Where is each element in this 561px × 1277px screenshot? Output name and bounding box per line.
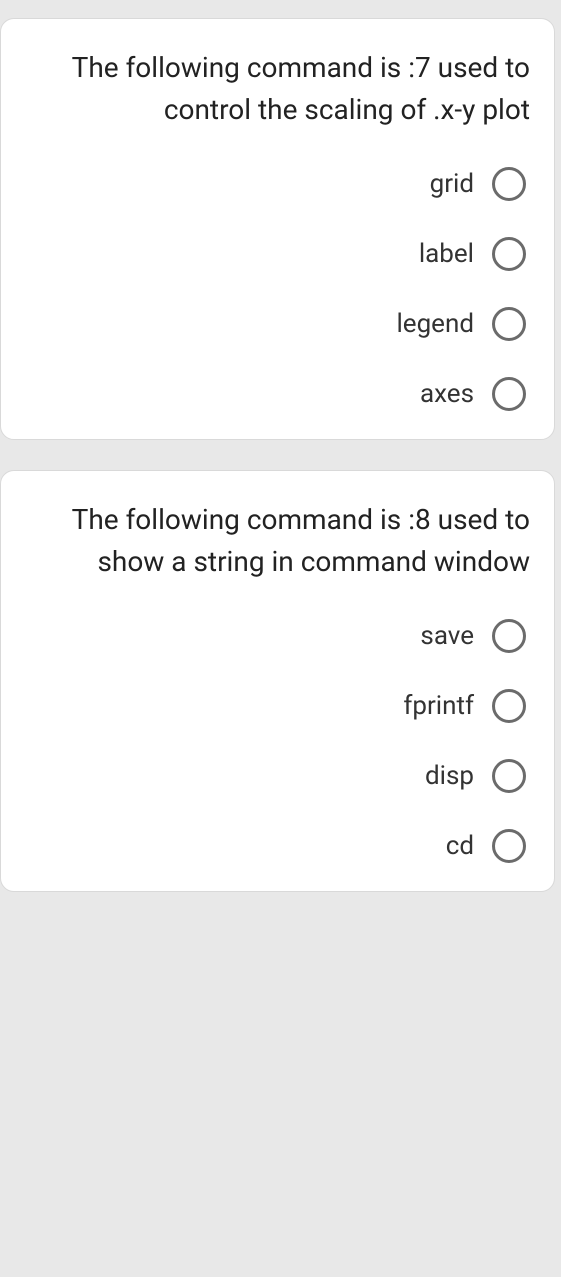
- radio-icon[interactable]: [492, 167, 526, 201]
- question-card-8: The following command is :8 used to show…: [0, 470, 555, 892]
- radio-icon[interactable]: [492, 829, 526, 863]
- option-label: fprintf: [403, 691, 474, 721]
- radio-icon[interactable]: [492, 307, 526, 341]
- option-label: save: [420, 621, 474, 651]
- option-label-choice[interactable]: label: [419, 237, 526, 271]
- options-list: grid label legend axes: [17, 167, 530, 411]
- option-label: label: [419, 239, 474, 269]
- option-cd[interactable]: cd: [446, 829, 526, 863]
- option-fprintf[interactable]: fprintf: [403, 689, 526, 723]
- option-label: grid: [430, 169, 474, 199]
- option-label: disp: [425, 761, 474, 791]
- option-label: axes: [420, 379, 474, 409]
- option-legend[interactable]: legend: [396, 307, 526, 341]
- option-label: cd: [446, 831, 474, 861]
- option-grid[interactable]: grid: [430, 167, 526, 201]
- radio-icon[interactable]: [492, 689, 526, 723]
- options-list: save fprintf disp cd: [17, 619, 530, 863]
- option-axes[interactable]: axes: [420, 377, 526, 411]
- radio-icon[interactable]: [492, 377, 526, 411]
- option-save[interactable]: save: [420, 619, 526, 653]
- question-text: The following command is :8 used to show…: [17, 499, 530, 583]
- option-disp[interactable]: disp: [425, 759, 526, 793]
- radio-icon[interactable]: [492, 237, 526, 271]
- option-label: legend: [396, 309, 474, 339]
- question-card-7: The following command is :7 used to cont…: [0, 18, 555, 440]
- radio-icon[interactable]: [492, 619, 526, 653]
- radio-icon[interactable]: [492, 759, 526, 793]
- question-text: The following command is :7 used to cont…: [17, 47, 530, 131]
